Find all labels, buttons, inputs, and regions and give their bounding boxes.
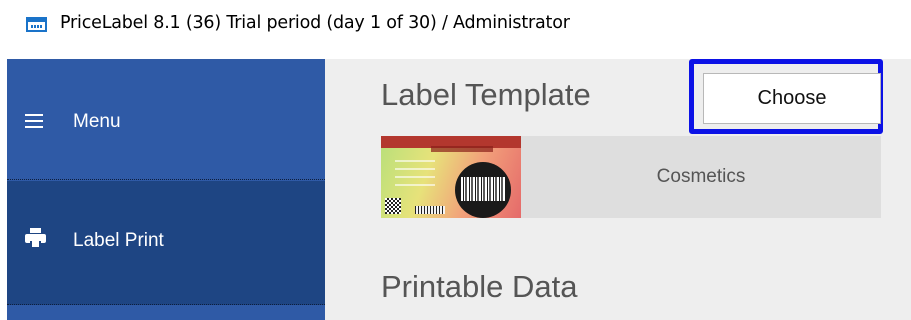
- app-barcode-icon: [26, 17, 47, 32]
- sidebar: Menu Label Print: [7, 59, 325, 320]
- main-panel: Label Template Choose Cosmetics Printabl…: [325, 59, 911, 320]
- sidebar-item-label: Menu: [73, 111, 121, 132]
- label-template-heading: Label Template: [381, 77, 591, 112]
- template-thumbnail: [381, 136, 521, 218]
- sidebar-item-label-print[interactable]: Label Print: [7, 181, 325, 305]
- selected-template[interactable]: Cosmetics: [381, 136, 881, 218]
- hamburger-icon: [25, 114, 43, 128]
- choose-template-button[interactable]: Choose: [703, 73, 881, 124]
- barcode-icon: [461, 177, 505, 201]
- qr-code-icon: [385, 198, 401, 214]
- printable-data-heading: Printable Data: [381, 269, 578, 304]
- title-bar: PriceLabel 8.1 (36) Trial period (day 1 …: [0, 0, 911, 50]
- window-title: PriceLabel 8.1 (36) Trial period (day 1 …: [60, 13, 570, 33]
- printer-icon: [25, 228, 46, 249]
- sidebar-item-menu[interactable]: Menu: [7, 59, 325, 180]
- sidebar-item-label: Label Print: [73, 230, 164, 251]
- sidebar-item-next[interactable]: [7, 306, 325, 320]
- template-name: Cosmetics: [656, 166, 746, 187]
